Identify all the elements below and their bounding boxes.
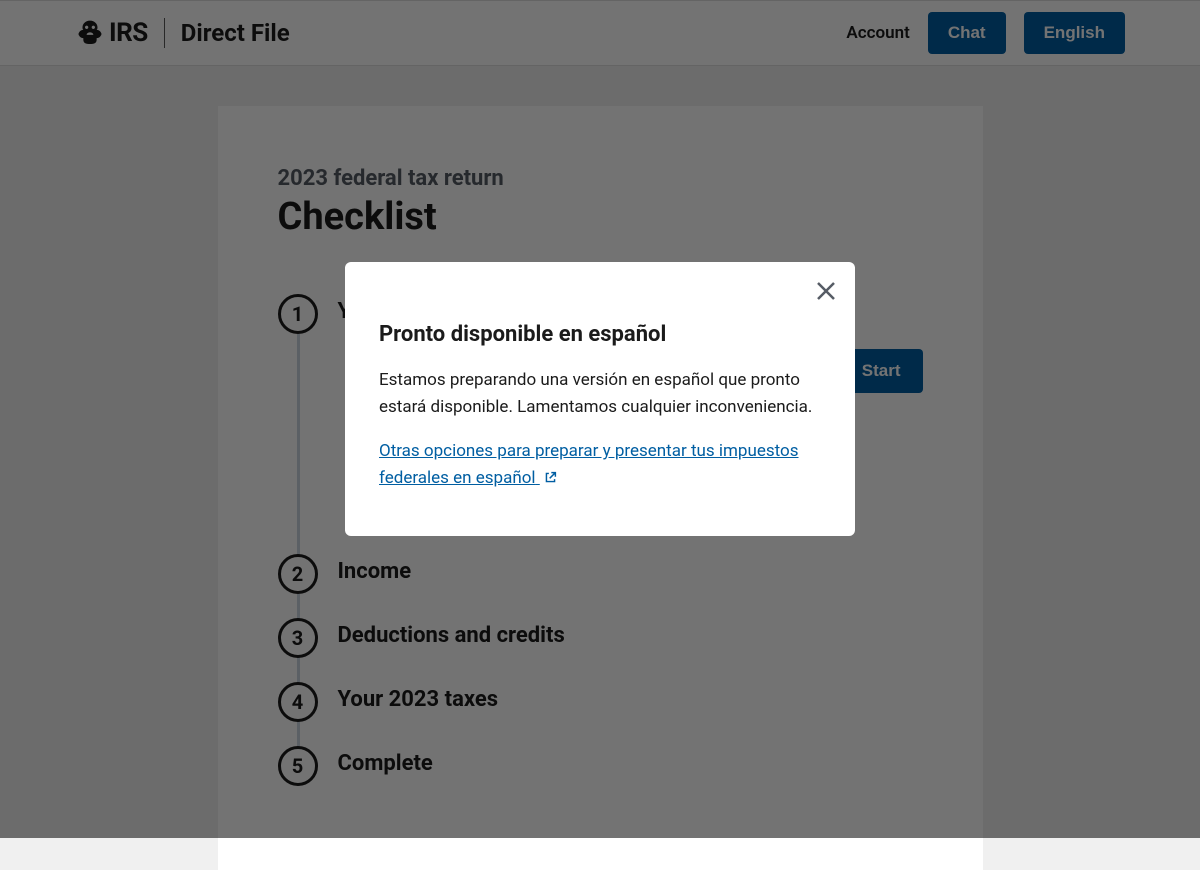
modal-link-text: Otras opciones para preparar y presentar… [379,441,799,488]
external-link-icon [544,466,557,493]
modal-link[interactable]: Otras opciones para preparar y presentar… [379,441,799,488]
close-icon [814,279,838,303]
modal: Pronto disponible en español Estamos pre… [345,262,855,535]
modal-overlay[interactable]: Pronto disponible en español Estamos pre… [0,0,1200,838]
close-button[interactable] [811,276,841,306]
modal-title: Pronto disponible en español [379,322,821,347]
modal-body: Estamos preparando una versión en españo… [379,367,821,420]
